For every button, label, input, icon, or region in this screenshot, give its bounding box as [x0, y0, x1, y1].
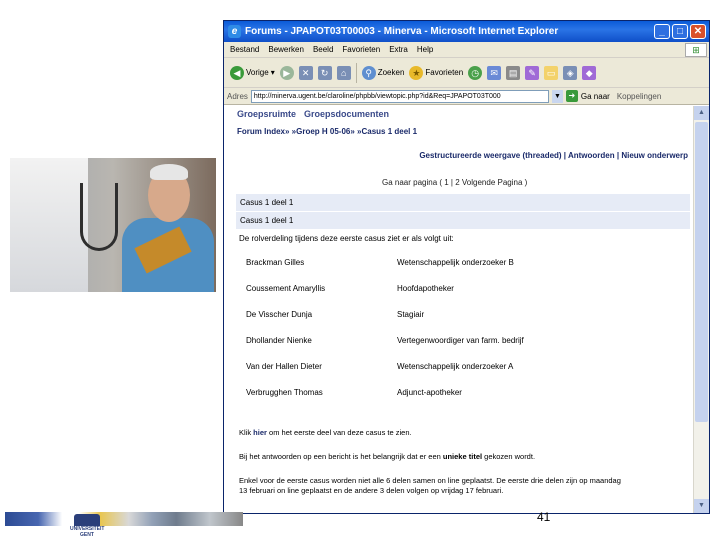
favorites-button[interactable]: ★ Favorieten — [409, 65, 463, 80]
note-schedule-2: 13 februari on line geplaatst en de ande… — [239, 486, 504, 495]
print-button[interactable]: ▤ — [506, 65, 521, 80]
scroll-up-icon[interactable]: ▲ — [694, 106, 709, 120]
page-number: 41 — [537, 510, 551, 524]
windows-logo-icon: ⊞ — [685, 43, 707, 57]
page-content: Groepsruimte Groepsdocumenten Forum Inde… — [224, 106, 694, 513]
forward-button[interactable]: ▶ — [279, 65, 294, 80]
menu-bestand[interactable]: Bestand — [230, 45, 259, 54]
close-button[interactable]: ✕ — [690, 24, 706, 39]
post-header-1: Casus 1 deel 1 — [236, 194, 690, 211]
pagination[interactable]: Ga naar pagina ( 1 | 2 Volgende Pagina ) — [382, 178, 527, 187]
star-icon: ★ — [409, 65, 424, 80]
address-bar: Adres http://minerva.ugent.be/claroline/… — [224, 88, 709, 105]
breadcrumb[interactable]: Forum Index» »Groep H 05-06» »Casus 1 de… — [237, 127, 417, 136]
breadcrumb-text[interactable]: Forum Index» »Groep H 05-06» »Casus 1 de… — [237, 127, 417, 136]
stethoscope — [80, 183, 118, 251]
menu-bewerken[interactable]: Bewerken — [268, 45, 304, 54]
home-button[interactable]: ⌂ — [336, 65, 351, 80]
vertical-scrollbar[interactable]: ▲ ▼ — [693, 106, 709, 513]
link-groepsdocumenten[interactable]: Groepsdocumenten — [304, 109, 389, 119]
scroll-thumb[interactable] — [695, 122, 708, 422]
note-click-here: Klik hier om het eerste deel van deze ca… — [239, 428, 412, 437]
messenger-button[interactable]: ◈ — [563, 65, 578, 80]
maximize-button[interactable]: □ — [672, 24, 688, 39]
search-button[interactable]: ⚲ Zoeken — [361, 65, 404, 80]
scroll-down-icon[interactable]: ▼ — [694, 499, 709, 513]
link-groepsruimte[interactable]: Groepsruimte — [237, 109, 296, 119]
title-bar: e Forums - JPAPOT03T00003 - Minerva - Mi… — [224, 21, 709, 42]
links-button[interactable]: Koppelingen — [617, 92, 661, 101]
mail-button[interactable]: ✉ — [487, 65, 502, 80]
history-button[interactable]: ◷ — [468, 65, 483, 80]
menu-bar: Bestand Bewerken Beeld Favorieten Extra … — [224, 42, 709, 58]
minimize-button[interactable]: _ — [654, 24, 670, 39]
ie-icon: e — [228, 25, 241, 38]
go-button[interactable]: Ga naar — [581, 92, 610, 101]
view-links[interactable]: Gestructureerde weergave (threaded) | An… — [419, 151, 688, 160]
back-button[interactable]: ◀ Vorige ▾ — [230, 65, 275, 80]
window-title: Forums - JPAPOT03T00003 - Minerva - Micr… — [245, 26, 559, 37]
research-button[interactable]: ◆ — [582, 65, 597, 80]
refresh-button[interactable]: ↻ — [317, 65, 332, 80]
footer-banner — [5, 512, 243, 526]
url-dropdown-icon[interactable]: ▼ — [551, 89, 563, 103]
address-label: Adres — [227, 91, 248, 101]
back-arrow-icon: ◀ — [230, 65, 244, 80]
note-schedule-1: Enkel voor de eerste casus worden niet a… — [239, 476, 621, 485]
doctor-patient-photo — [10, 158, 216, 292]
url-field[interactable]: http://minerva.ugent.be/claroline/phpbb/… — [250, 89, 549, 103]
folder-button[interactable]: ▭ — [544, 65, 559, 80]
search-icon: ⚲ — [361, 65, 376, 80]
menu-help[interactable]: Help — [417, 45, 433, 54]
post-header-2: Casus 1 deel 1 — [236, 212, 690, 229]
stop-button[interactable]: ✕ — [298, 65, 313, 80]
ugent-logo: UNIVERSITEIT GENT — [70, 514, 104, 540]
doctor-coat — [10, 158, 88, 292]
menu-beeld[interactable]: Beeld — [313, 45, 333, 54]
toolbar: ◀ Vorige ▾ ▶ ✕ ↻ ⌂ ⚲ Zoeken ★ Favorieten… — [224, 58, 709, 88]
edit-button[interactable]: ✎ — [525, 65, 540, 80]
dropdown-icon[interactable]: ▾ — [271, 68, 275, 77]
browser-window: e Forums - JPAPOT03T00003 - Minerva - Mi… — [223, 20, 710, 514]
menu-extra[interactable]: Extra — [389, 45, 408, 54]
intro-text: De rolverdeling tijdens deze eerste casu… — [239, 234, 454, 243]
go-icon[interactable]: ➜ — [565, 90, 578, 102]
note-unique-title: Bij het antwoorden op een bericht is het… — [239, 452, 536, 461]
hier-link[interactable]: hier — [253, 428, 267, 437]
menu-favorieten[interactable]: Favorieten — [342, 45, 380, 54]
